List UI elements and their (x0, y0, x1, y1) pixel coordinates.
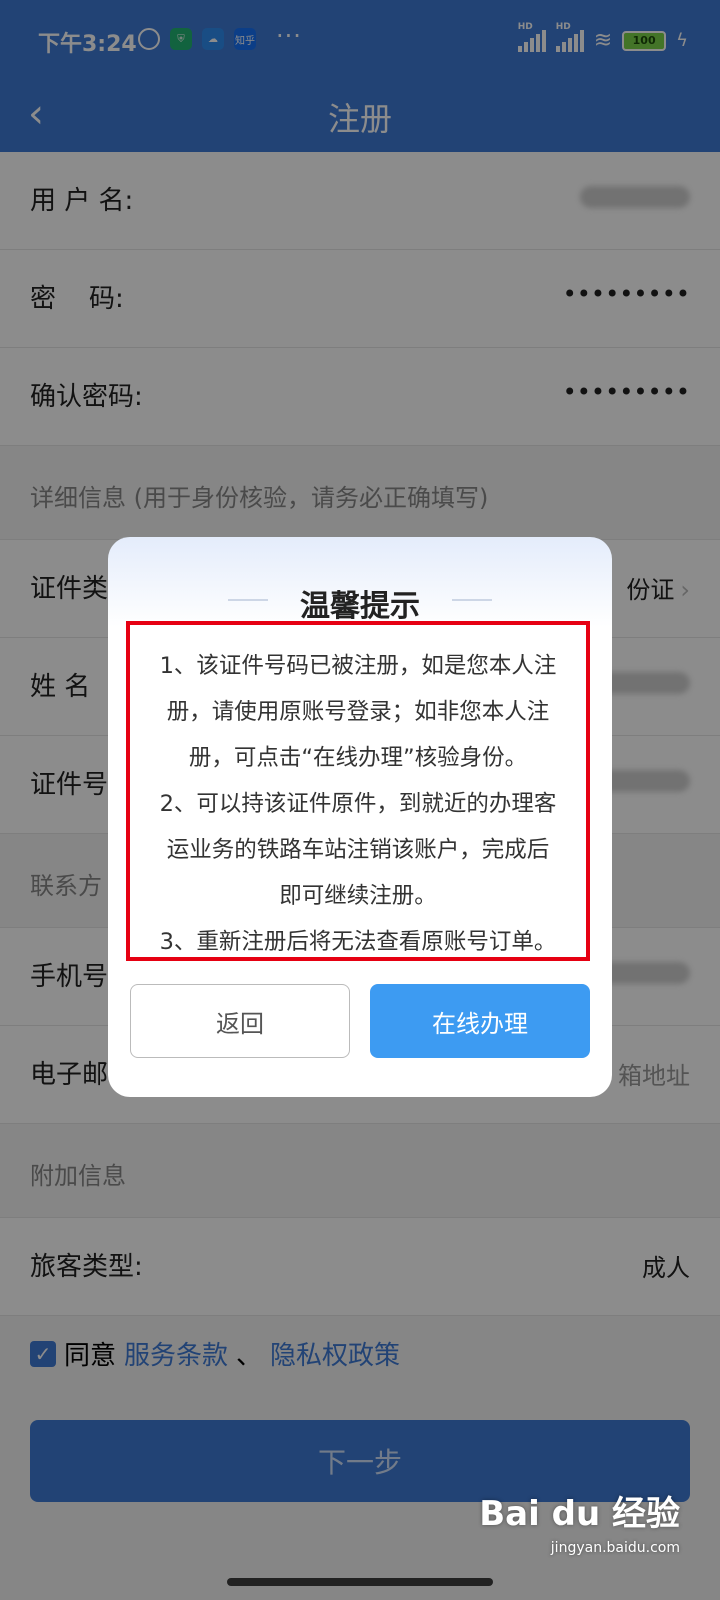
dialog-message-box: 1、该证件号码已被注册，如是您本人注 册，请使用原账号登录；如非您本人注 册，可… (126, 621, 590, 961)
dialog-message-line: 2、可以持该证件原件，到就近的办理客 (159, 791, 557, 817)
dialog-message-line: 运业务的铁路车站注销该账户，完成后 (166, 837, 550, 863)
dialog-title: 温馨提示 (300, 589, 420, 624)
dialog-message-line: 册，可点击“在线办理”核验身份。 (188, 745, 528, 771)
warm-tip-dialog: 温馨提示 1、该证件号码已被注册，如是您本人注 册，请使用原账号登录；如非您本人… (108, 537, 612, 1097)
baidu-watermark-url: jingyan.baidu.com (550, 1540, 680, 1556)
online-process-button[interactable]: 在线办理 (370, 984, 590, 1058)
return-button[interactable]: 返回 (130, 984, 350, 1058)
dialog-message-line: 1、该证件号码已被注册，如是您本人注 (159, 653, 557, 679)
home-indicator[interactable] (227, 1578, 493, 1586)
dialog-message-line: 即可继续注册。 (279, 883, 437, 909)
dialog-message-line: 册，请使用原账号登录；如非您本人注 (166, 699, 550, 725)
baidu-watermark: Bai du 经验 (479, 1494, 680, 1534)
dialog-message-line: 3、重新注册后将无法查看原账号订单。 (159, 929, 557, 955)
